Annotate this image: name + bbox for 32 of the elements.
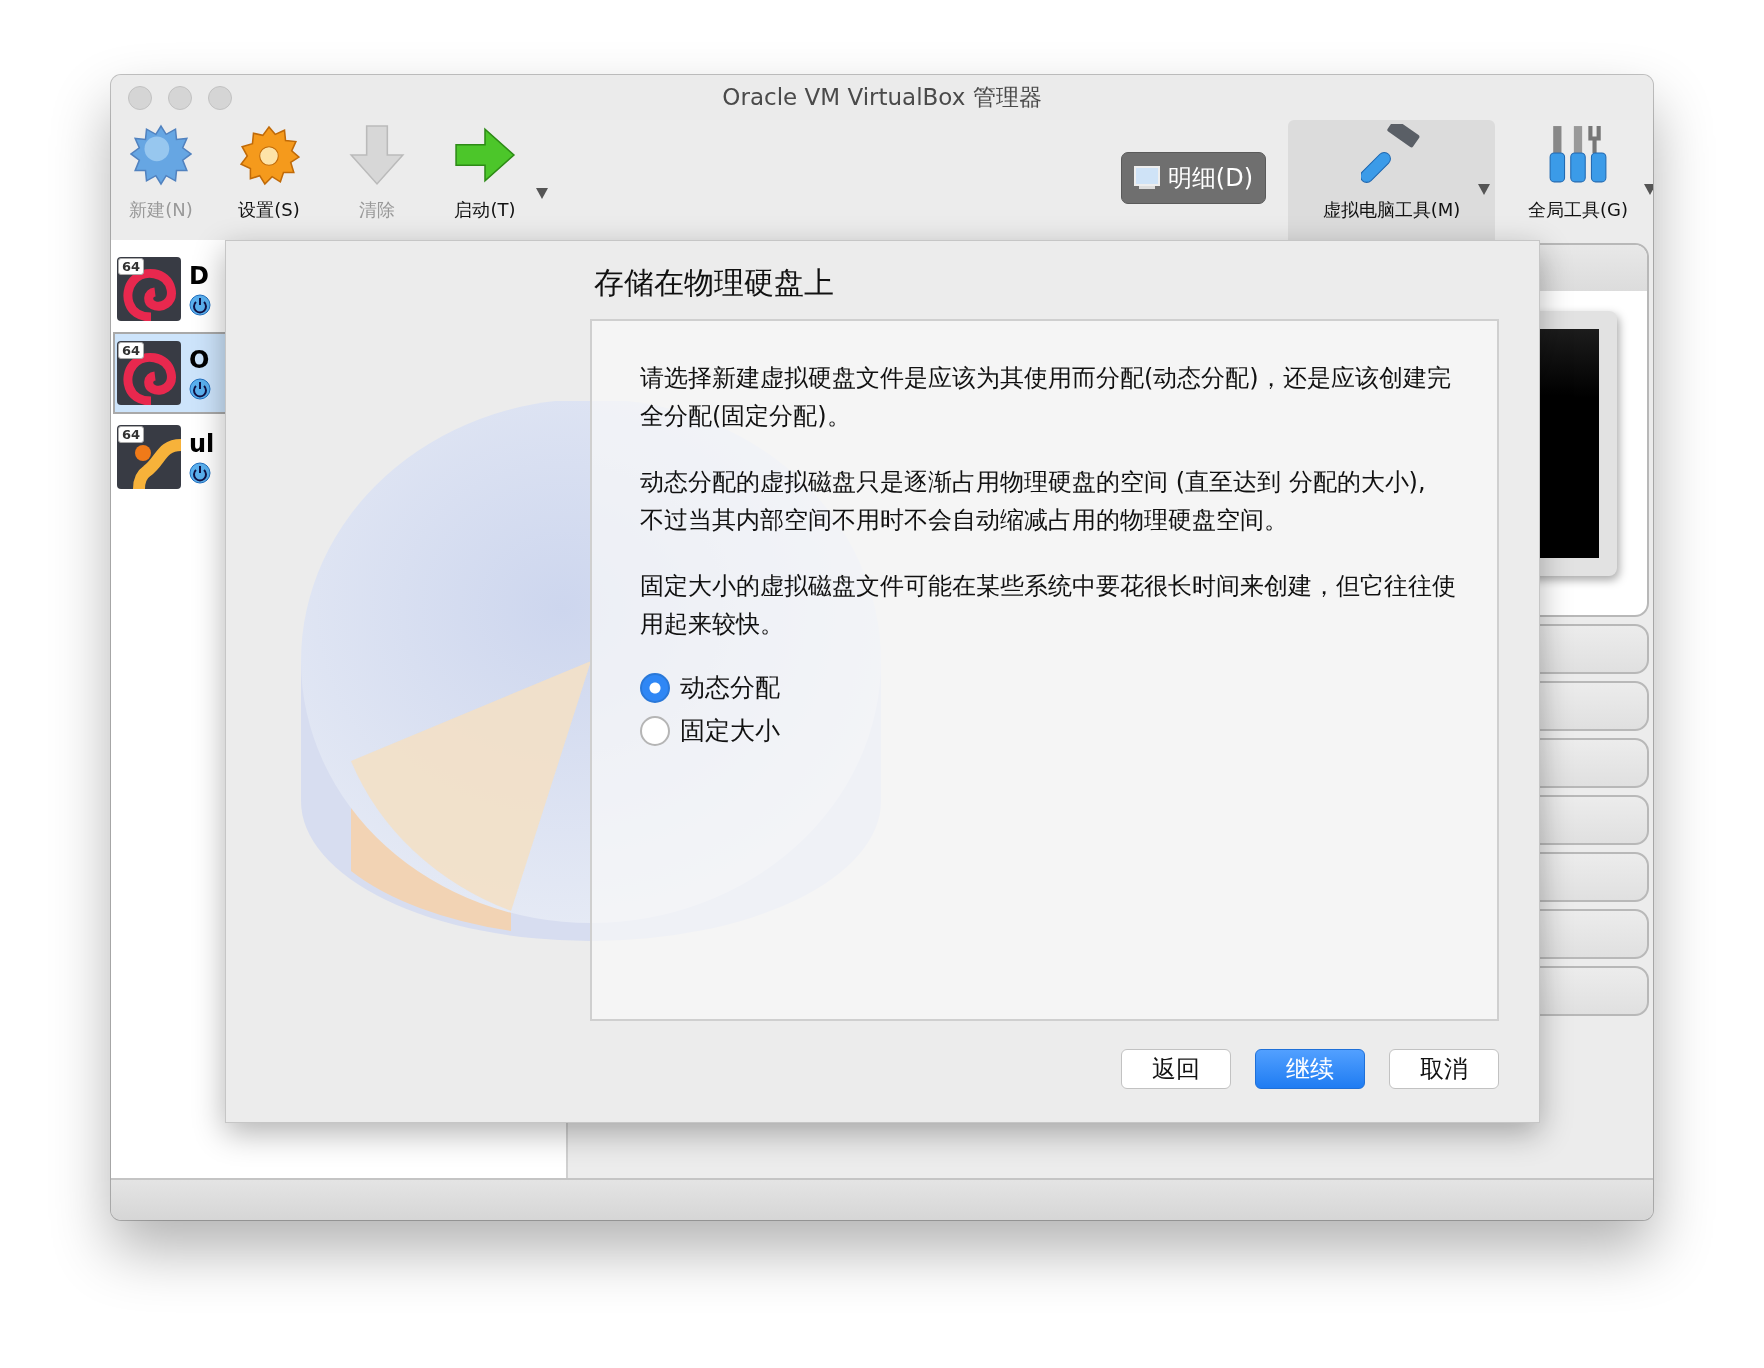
starburst-icon	[130, 124, 192, 186]
caret-icon[interactable]	[1477, 182, 1491, 196]
description-paragraph: 请选择新建虚拟硬盘文件是应该为其使用而分配(动态分配)，还是应该创建完全分配(固定分配)。	[640, 363, 1452, 432]
power-icon	[189, 462, 211, 484]
vm-name: D	[189, 262, 210, 290]
toolbar-button[interactable]: 启动(T)	[435, 120, 535, 240]
monitor-icon	[1133, 166, 1160, 190]
gear-icon	[238, 124, 300, 186]
swirl-logo-icon: 64	[117, 257, 181, 321]
window-title: Oracle VM VirtualBox 管理器	[722, 83, 1042, 112]
vm-name: O	[189, 346, 211, 374]
dialog-button[interactable]: 取消	[1389, 1049, 1499, 1089]
dialog-title: 存储在物理硬盘上	[594, 264, 835, 302]
power-icon	[189, 378, 211, 400]
caret-icon[interactable]	[1643, 182, 1653, 196]
vm-name: ul	[189, 430, 215, 458]
radio-option[interactable]: 动态分配	[640, 671, 780, 704]
dialog-button[interactable]: 返回	[1121, 1049, 1231, 1089]
swirl-logo-icon: 64	[117, 341, 181, 405]
toolbar-button[interactable]: 设置(S)	[219, 120, 319, 240]
ubuntu-logo-icon: 64	[117, 425, 181, 489]
caret-icon[interactable]	[535, 186, 549, 200]
tool-tab[interactable]: 全局工具(G)	[1503, 120, 1653, 240]
vm-list-item[interactable]: 64 ul	[113, 416, 564, 498]
power-icon	[189, 294, 211, 316]
description-paragraph: 动态分配的虚拟磁盘只是逐渐占用物理硬盘的空间 (直至达到 分配的大小), 不过当其内部空间不用时不会自动缩减占用的物理硬盘空间。	[640, 467, 1427, 536]
vm-list-item[interactable]: 64 D	[113, 248, 564, 330]
description-paragraph: 固定大小的虚拟磁盘文件可能在某些系统中要花很长时间来创建，但它往往使用起来较快。	[640, 571, 1457, 640]
details-button[interactable]: 明细(D)	[1120, 152, 1266, 204]
radio-option[interactable]: 固定大小	[640, 714, 780, 747]
tool-tab[interactable]: 虚拟电脑工具(M)	[1288, 120, 1495, 240]
tools-icon	[1547, 124, 1609, 186]
